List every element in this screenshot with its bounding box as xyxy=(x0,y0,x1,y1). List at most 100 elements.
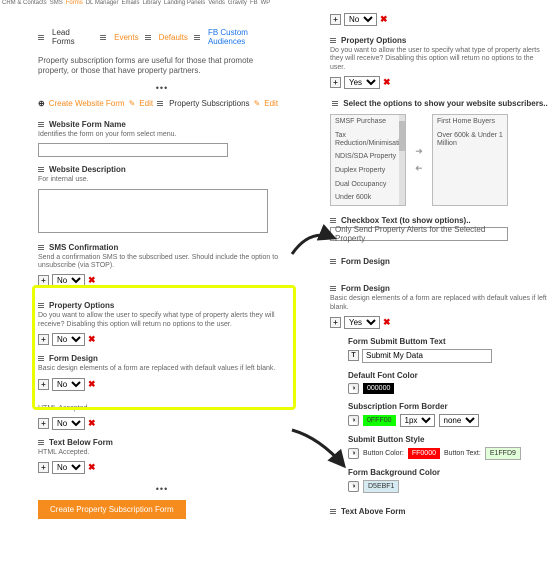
heading-text: SMS Confirmation xyxy=(49,243,118,252)
menu-icon xyxy=(194,35,200,40)
nav-wp[interactable]: WP xyxy=(261,0,271,8)
nav-panels[interactable]: Landing Panels xyxy=(164,0,205,8)
expand-button[interactable]: + xyxy=(38,418,49,429)
list-item[interactable]: Dual Occupancy xyxy=(331,178,405,192)
nav-gravity[interactable]: Gravity xyxy=(228,0,247,8)
list-item[interactable]: Over 600k & Under 1 Million xyxy=(433,129,507,150)
list-item[interactable]: First Home Buyers xyxy=(433,115,507,129)
list-item[interactable]: Duplex Property xyxy=(331,164,405,178)
list-item[interactable]: NDIS/SDA Property xyxy=(331,150,405,164)
list-item[interactable]: Tax Reduction/Minimisation xyxy=(331,129,405,150)
button-text-label: Button Text: xyxy=(444,450,481,457)
formdesign-select-r[interactable]: Yes xyxy=(344,316,380,329)
menu-icon xyxy=(330,38,336,43)
plus-icon: ⊕ xyxy=(38,99,45,108)
edit-link-2[interactable]: Edit xyxy=(264,99,278,108)
pencil-icon: ✎ xyxy=(254,99,261,108)
menu-icon xyxy=(157,101,163,106)
expand-button[interactable]: + xyxy=(330,317,341,328)
edit-link[interactable]: Edit xyxy=(139,99,153,108)
menu-icon xyxy=(38,303,44,308)
heading-text: Select the options to show your website … xyxy=(343,99,548,108)
color-picker-icon[interactable]: ◑ xyxy=(348,383,359,394)
tab-events[interactable]: Events xyxy=(114,33,138,42)
heading-text: Website Form Name xyxy=(49,120,126,129)
scrollbar-thumb[interactable] xyxy=(399,121,405,151)
section-website-form-name: Website Form Name xyxy=(38,120,286,129)
color-picker-icon[interactable]: ◑ xyxy=(348,481,359,492)
create-subscription-form-button[interactable]: Create Property Subscription Form xyxy=(38,500,186,519)
expand-button[interactable]: + xyxy=(38,334,49,345)
color-chip-border[interactable]: 0FFF00 xyxy=(363,415,396,426)
section-form-background-color: Form Background Color xyxy=(348,468,550,477)
close-icon[interactable]: ✖ xyxy=(88,334,96,345)
color-chip-button-text[interactable]: E1FFD9 xyxy=(485,447,521,460)
close-icon[interactable]: ✖ xyxy=(380,14,388,25)
options-list-selected[interactable]: First Home Buyers Over 600k & Under 1 Mi… xyxy=(432,114,508,206)
prop-subs-text: Property Subscriptions xyxy=(169,99,249,108)
swap-buttons: ➜ ➜ xyxy=(412,114,426,206)
close-icon[interactable]: ✖ xyxy=(383,317,391,328)
nav-emails[interactable]: Emails xyxy=(122,0,140,8)
nav-crm[interactable]: CRM & Contacts xyxy=(2,0,47,8)
section-form-design-r2: Form Design xyxy=(330,284,550,293)
expand-button[interactable]: + xyxy=(38,379,49,390)
color-chip-button[interactable]: FF0000 xyxy=(408,448,440,459)
submit-text-input[interactable] xyxy=(362,349,492,363)
dots-separator: ••• xyxy=(38,83,286,93)
color-picker-icon[interactable]: ◑ xyxy=(348,448,359,459)
option-row: + Yes ✖ xyxy=(330,316,550,329)
propopt-select-r[interactable]: Yes xyxy=(344,76,380,89)
text-icon[interactable]: T xyxy=(348,350,359,361)
menu-icon xyxy=(330,509,336,514)
website-form-name-input[interactable] xyxy=(38,143,228,157)
propopt-select[interactable]: No xyxy=(52,333,85,346)
form-tabs: Lead Forms Events Defaults FB Custom Aud… xyxy=(38,28,286,46)
option-row: + No ✖ xyxy=(38,461,286,474)
arrow-left-icon[interactable]: ➜ xyxy=(415,163,423,174)
left-column: Lead Forms Events Defaults FB Custom Aud… xyxy=(38,28,286,519)
close-icon[interactable]: ✖ xyxy=(88,418,96,429)
section-checkbox-text: Checkbox Text (to show options).. xyxy=(330,216,550,225)
list-item[interactable]: Under 600k xyxy=(331,191,405,205)
color-picker-icon[interactable]: ◑ xyxy=(348,415,359,426)
options-list-available[interactable]: SMSF Purchase Tax Reduction/Minimisation… xyxy=(330,114,406,206)
tab-fb-audiences[interactable]: FB Custom Audiences xyxy=(208,28,286,46)
close-icon[interactable]: ✖ xyxy=(88,275,96,286)
close-icon[interactable]: ✖ xyxy=(88,379,96,390)
formdesign-select[interactable]: No xyxy=(52,378,85,391)
subscriber-lists: SMSF Purchase Tax Reduction/Minimisation… xyxy=(330,114,550,206)
create-form-link[interactable]: Create Website Form xyxy=(49,99,125,108)
expand-button[interactable]: + xyxy=(38,275,49,286)
close-icon[interactable]: ✖ xyxy=(88,462,96,473)
checkbox-text-input[interactable]: Only Send Property Alerts for the Select… xyxy=(330,227,508,241)
top-select[interactable]: No xyxy=(344,13,377,26)
website-description-textarea[interactable] xyxy=(38,189,268,233)
close-icon[interactable]: ✖ xyxy=(383,77,391,88)
nav-vends[interactable]: Vends xyxy=(208,0,225,8)
sms-select[interactable]: No xyxy=(52,274,85,287)
section-submit-button-style: Submit Button Style xyxy=(348,435,550,444)
nav-forms[interactable]: Forms xyxy=(66,0,83,8)
nav-fb[interactable]: FB xyxy=(250,0,258,8)
list-item[interactable]: SMSF Purchase xyxy=(331,115,405,129)
border-px-select[interactable]: 1px xyxy=(400,414,435,427)
generic-select[interactable]: No xyxy=(52,417,85,430)
nav-library[interactable]: Library xyxy=(143,0,161,8)
section-submit-button-text: Form Submit Buttom Text xyxy=(348,337,550,346)
color-chip-black[interactable]: 000000 xyxy=(363,383,394,394)
expand-button[interactable]: + xyxy=(38,462,49,473)
textbelow-select[interactable]: No xyxy=(52,461,85,474)
option-row: + No ✖ xyxy=(38,378,286,391)
arrow-right-icon[interactable]: ➜ xyxy=(415,146,423,157)
expand-button[interactable]: + xyxy=(330,77,341,88)
tab-defaults[interactable]: Defaults xyxy=(159,33,188,42)
html-accepted-text: HTML Accepted. xyxy=(38,449,286,457)
tab-lead-forms[interactable]: Lead Forms xyxy=(52,28,94,46)
nav-sms[interactable]: SMS xyxy=(50,0,63,8)
border-style-select[interactable]: none xyxy=(439,414,479,427)
color-chip-bg[interactable]: D5EBF1 xyxy=(363,480,399,493)
list-item[interactable]: Over 1 Million xyxy=(331,205,405,206)
expand-button[interactable]: + xyxy=(330,14,341,25)
nav-dl[interactable]: DL Manager xyxy=(86,0,119,8)
